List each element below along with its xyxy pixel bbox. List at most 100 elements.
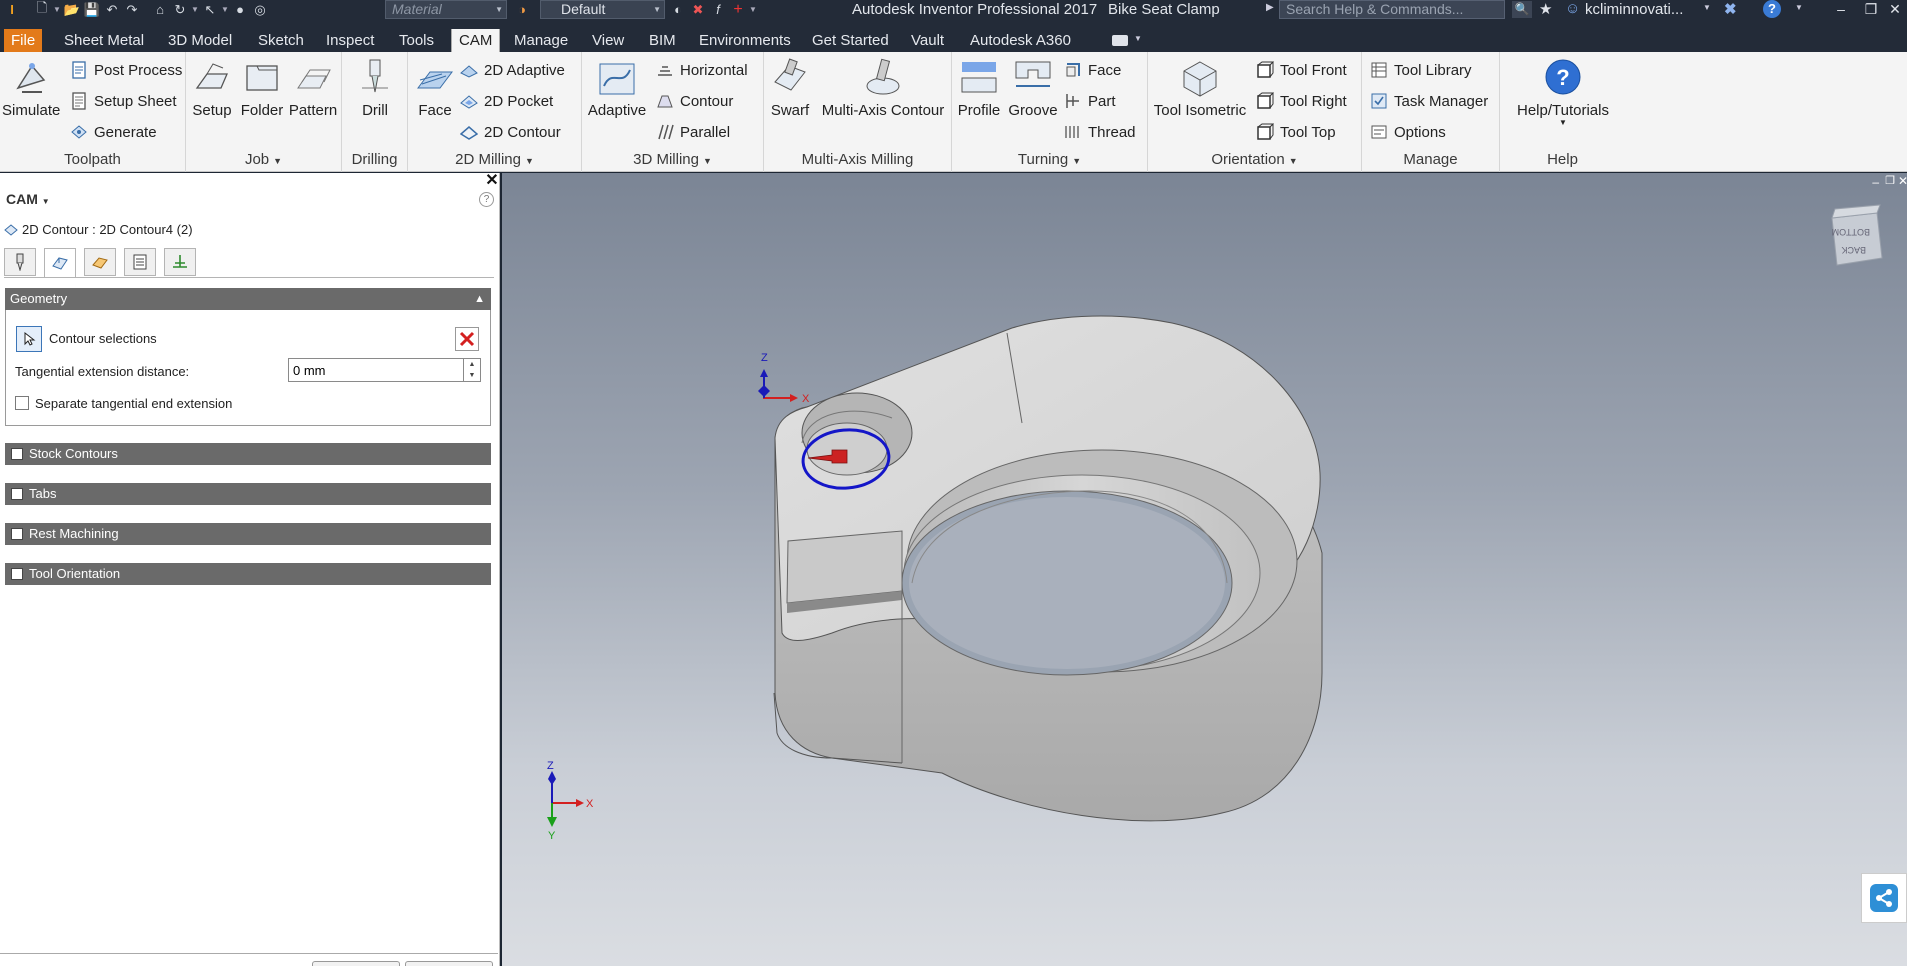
section-rest-machining[interactable]: Rest Machining [5, 523, 491, 545]
thread-button[interactable]: Thread [1064, 121, 1136, 143]
material-combo[interactable]: Material ▼ [385, 0, 507, 19]
swarf-button[interactable]: Swarf [768, 58, 812, 119]
setup-button[interactable]: Setup [190, 58, 234, 119]
tangential-extension-input[interactable] [288, 358, 464, 382]
face-turning-button[interactable]: Face [1064, 59, 1121, 81]
tangential-extension-stepper[interactable]: ▲ ▼ [464, 358, 481, 382]
groove-button[interactable]: Groove [1008, 58, 1058, 119]
stock-contours-checkbox[interactable] [11, 448, 23, 460]
favorites-star-icon[interactable]: ★ [1539, 0, 1552, 18]
tabs-checkbox[interactable] [11, 488, 23, 500]
appearance-combo[interactable]: Default ▼ [540, 0, 665, 19]
horizontal-button[interactable]: Horizontal [656, 59, 748, 81]
pattern-button[interactable]: Pattern [286, 58, 340, 119]
panel-help-icon[interactable]: ? [479, 192, 494, 207]
sketch-point-icon[interactable]: ● [230, 1, 250, 18]
profile-button[interactable]: Profile [954, 58, 1004, 119]
tab-manage[interactable]: Manage [507, 29, 575, 52]
2d-pocket-button[interactable]: 2D Pocket [460, 90, 553, 112]
tab-environments[interactable]: Environments [692, 29, 798, 52]
help-tutorials-button[interactable]: ? Help/Tutorials ▼ [1508, 58, 1618, 127]
share-button[interactable] [1861, 873, 1907, 923]
tab-get-started[interactable]: Get Started [805, 29, 896, 52]
tab-autodesk-a360[interactable]: Autodesk A360 [963, 29, 1078, 52]
tool-top-button[interactable]: Tool Top [1256, 121, 1336, 143]
user-name[interactable]: kcliminnovati... [1585, 1, 1683, 18]
3d-milling-group-label[interactable]: 3D Milling ▼ [582, 151, 763, 168]
tool-library-button[interactable]: Tool Library [1370, 59, 1472, 81]
adjust-appearance-icon[interactable]: ◐ [668, 1, 688, 18]
search-binoculars-icon[interactable]: 🔍 [1512, 1, 1532, 18]
tab-tool[interactable] [4, 248, 36, 276]
color-wheel-icon[interactable]: ◑ [512, 1, 532, 18]
ucs-plus-icon[interactable]: + [728, 1, 748, 18]
clear-appearance-icon[interactable]: ✖ [688, 1, 708, 18]
tab-view[interactable]: View [585, 29, 631, 52]
appearance-sphere-icon[interactable]: ◎ [250, 1, 270, 18]
section-tool-orientation[interactable]: Tool Orientation [5, 563, 491, 585]
select-dropdown-icon[interactable]: ▼ [220, 1, 230, 18]
panel-close-icon[interactable]: ✕ [484, 173, 500, 189]
customize-dropdown-icon[interactable]: ▼ [748, 1, 758, 18]
simulate-button[interactable]: Simulate [2, 58, 60, 119]
multi-axis-contour-button[interactable]: Multi-Axis Contour [818, 58, 948, 119]
tab-passes[interactable] [124, 248, 156, 276]
minimize-window-icon[interactable]: – [1826, 0, 1856, 19]
select-icon[interactable]: ↖ [200, 1, 220, 18]
update-icon[interactable]: ↻ [170, 1, 190, 18]
tab-inspect[interactable]: Inspect [319, 29, 381, 52]
tool-front-button[interactable]: Tool Front [1256, 59, 1347, 81]
tab-geometry[interactable] [44, 248, 76, 278]
tab-cam[interactable]: CAM [451, 29, 501, 52]
tool-orientation-checkbox[interactable] [11, 568, 23, 580]
ok-button[interactable] [312, 961, 400, 966]
part-button[interactable]: Part [1064, 90, 1116, 112]
orientation-group-label[interactable]: Orientation ▼ [1148, 151, 1361, 168]
generate-button[interactable]: Generate [70, 121, 157, 143]
tab-linking[interactable] [164, 248, 196, 276]
job-group-label[interactable]: Job ▼ [186, 151, 341, 168]
adaptive-3d-button[interactable]: Adaptive [586, 58, 648, 119]
close-window-icon[interactable]: ✕ [1880, 0, 1907, 19]
open-icon[interactable]: 📂 [62, 1, 82, 18]
tab-vault[interactable]: Vault [904, 29, 951, 52]
section-stock-contours[interactable]: Stock Contours [5, 443, 491, 465]
setup-sheet-button[interactable]: Setup Sheet [70, 90, 177, 112]
options-button[interactable]: Options [1370, 121, 1446, 143]
contour-selections-button[interactable] [16, 326, 42, 352]
parallel-button[interactable]: Parallel [656, 121, 730, 143]
update-dropdown-icon[interactable]: ▼ [190, 1, 200, 18]
help-dropdown-icon[interactable]: ▼ [1795, 3, 1803, 12]
2d-contour-button[interactable]: 2D Contour [460, 121, 561, 143]
stepper-up-icon[interactable]: ▲ [469, 361, 476, 368]
section-tabs[interactable]: Tabs [5, 483, 491, 505]
tab-heights[interactable] [84, 248, 116, 276]
post-process-button[interactable]: Post Process [70, 59, 182, 81]
tool-isometric-button[interactable]: Tool Isometric [1150, 58, 1250, 119]
contour-3d-button[interactable]: Contour [656, 90, 733, 112]
face-2d-button[interactable]: Face [410, 58, 460, 119]
tab-tools[interactable]: Tools [392, 29, 441, 52]
parameters-fx-icon[interactable]: f [708, 1, 728, 18]
separate-tangential-checkbox[interactable] [15, 396, 29, 410]
drill-button[interactable]: Drill [350, 58, 400, 119]
graphics-viewport[interactable]: – ❐ ✕ Z X Z X Y BOTTOM BACK [502, 173, 1907, 966]
turning-group-label[interactable]: Turning ▼ [952, 151, 1147, 168]
new-dropdown-icon[interactable]: ▼ [52, 1, 62, 18]
stepper-down-icon[interactable]: ▼ [469, 372, 476, 379]
tab-sketch[interactable]: Sketch [251, 29, 311, 52]
task-manager-button[interactable]: Task Manager [1370, 90, 1488, 112]
geometry-section-header[interactable]: Geometry ▲ [5, 288, 491, 310]
user-icon[interactable]: ☺ [1565, 0, 1580, 17]
exchange-apps-icon[interactable]: ✖ [1724, 0, 1737, 18]
panel-header[interactable]: CAM ▼ [6, 191, 50, 207]
new-icon[interactable]: 🗋 [32, 0, 52, 18]
tab-sheet-metal[interactable]: Sheet Metal [57, 29, 151, 52]
folder-button[interactable]: Folder [240, 58, 284, 119]
tab-3d-model[interactable]: 3D Model [161, 29, 239, 52]
tool-right-button[interactable]: Tool Right [1256, 90, 1347, 112]
2d-milling-group-label[interactable]: 2D Milling ▼ [408, 151, 581, 168]
clear-selection-button[interactable] [455, 327, 479, 351]
viewcube[interactable]: BOTTOM BACK [1831, 204, 1883, 266]
rest-machining-checkbox[interactable] [11, 528, 23, 540]
